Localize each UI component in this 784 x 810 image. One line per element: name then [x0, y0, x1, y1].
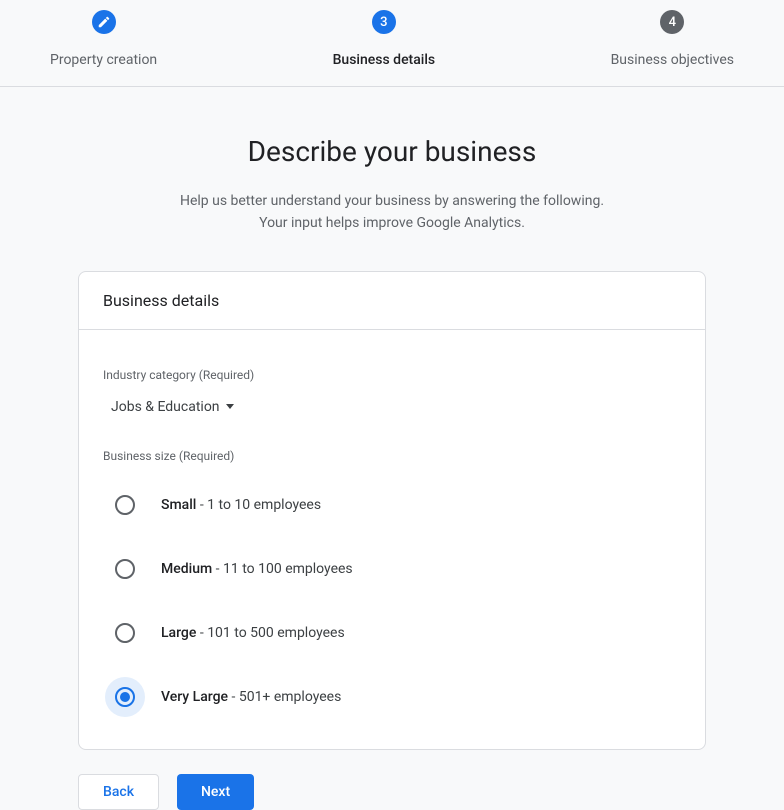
radio-icon — [115, 559, 135, 579]
radio-name: Very Large — [161, 689, 228, 705]
subtext-line: Help us better understand your business … — [0, 190, 784, 212]
radio-icon — [115, 495, 135, 515]
size-radio-group: Small - 1 to 10 employees Medium - 11 to … — [103, 477, 681, 725]
size-option-large[interactable]: Large - 101 to 500 employees — [103, 605, 681, 661]
page-heading: Describe your business — [0, 135, 784, 168]
step-circle-active: 3 — [372, 10, 396, 34]
subtext-line: Your input helps improve Google Analytic… — [0, 212, 784, 234]
radio-desc: - 11 to 100 employees — [212, 561, 352, 577]
step-business-details[interactable]: 3 Business details — [333, 10, 436, 68]
action-bar: Back Next — [78, 774, 706, 810]
size-option-small[interactable]: Small - 1 to 10 employees — [103, 477, 681, 533]
radio-desc: - 101 to 500 employees — [196, 625, 344, 641]
step-label: Business objectives — [611, 52, 734, 68]
radio-halo — [105, 677, 145, 717]
radio-label: Medium - 11 to 100 employees — [161, 561, 353, 577]
stepper: Property creation 3 Business details 4 B… — [0, 0, 784, 87]
pencil-icon — [97, 15, 111, 29]
industry-value: Jobs & Education — [111, 399, 220, 415]
radio-label: Very Large - 501+ employees — [161, 689, 341, 705]
business-details-card: Business details Industry category (Requ… — [78, 271, 706, 750]
industry-label: Industry category (Required) — [103, 368, 681, 382]
radio-name: Medium — [161, 561, 212, 577]
radio-name: Small — [161, 497, 196, 513]
size-option-medium[interactable]: Medium - 11 to 100 employees — [103, 541, 681, 597]
step-circle-completed — [92, 10, 116, 34]
industry-dropdown[interactable]: Jobs & Education — [103, 399, 242, 415]
radio-label: Small - 1 to 10 employees — [161, 497, 321, 513]
step-label: Property creation — [50, 52, 157, 68]
radio-icon — [115, 623, 135, 643]
size-label: Business size (Required) — [103, 449, 681, 463]
size-option-very-large[interactable]: Very Large - 501+ employees — [103, 669, 681, 725]
step-label: Business details — [333, 52, 436, 68]
card-title: Business details — [79, 272, 705, 330]
step-business-objectives[interactable]: 4 Business objectives — [611, 10, 734, 68]
radio-name: Large — [161, 625, 196, 641]
step-property-creation[interactable]: Property creation — [50, 10, 157, 68]
next-button[interactable]: Next — [177, 774, 254, 810]
back-button[interactable]: Back — [78, 774, 159, 810]
page-title: Describe your business — [0, 135, 784, 168]
page-subtext: Help us better understand your business … — [0, 190, 784, 235]
step-circle-future: 4 — [660, 10, 684, 34]
caret-down-icon — [226, 404, 234, 409]
radio-desc: - 501+ employees — [228, 689, 341, 705]
radio-label: Large - 101 to 500 employees — [161, 625, 345, 641]
radio-desc: - 1 to 10 employees — [196, 497, 321, 513]
